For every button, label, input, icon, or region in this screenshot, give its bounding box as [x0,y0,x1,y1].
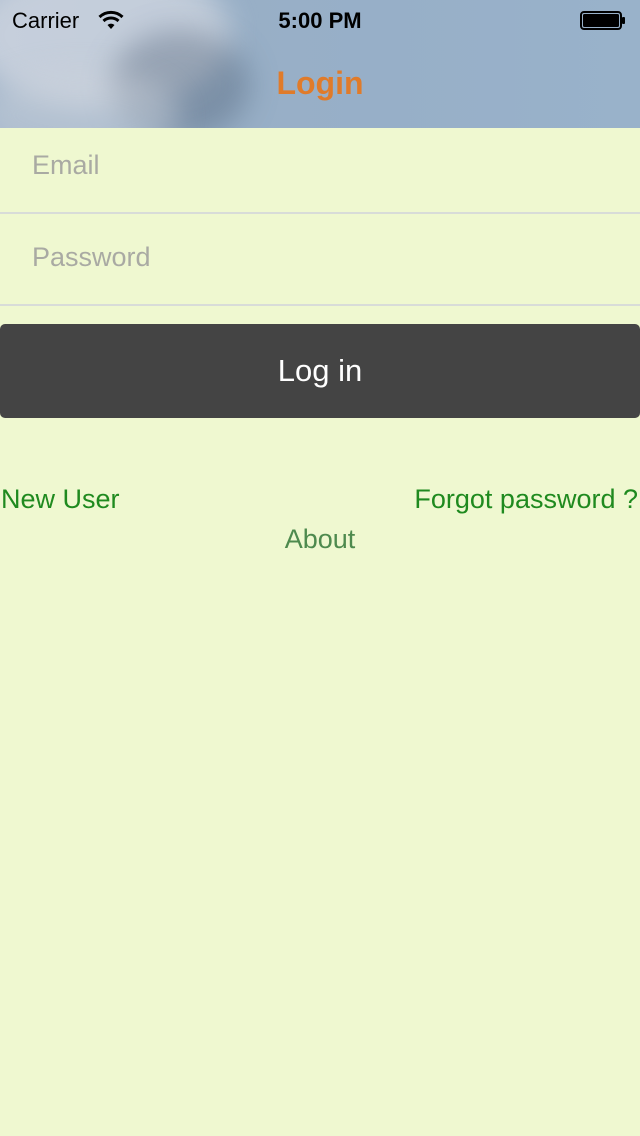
status-bar: Carrier 5:00 PM [0,0,640,40]
page-title: Login [276,65,364,101]
forgot-password-link[interactable]: Forgot password ? [414,484,638,515]
status-time: 5:00 PM [278,8,362,33]
password-field-row [0,214,640,306]
password-field[interactable] [32,214,612,300]
login-button[interactable]: Log in [0,324,640,418]
navigation-header: Carrier 5:00 PM Login [0,0,640,128]
email-field[interactable] [32,128,612,202]
new-user-link[interactable]: New User [1,484,120,515]
email-field-row [0,128,640,214]
battery-icon [580,11,625,30]
about-link[interactable]: About [0,524,640,555]
